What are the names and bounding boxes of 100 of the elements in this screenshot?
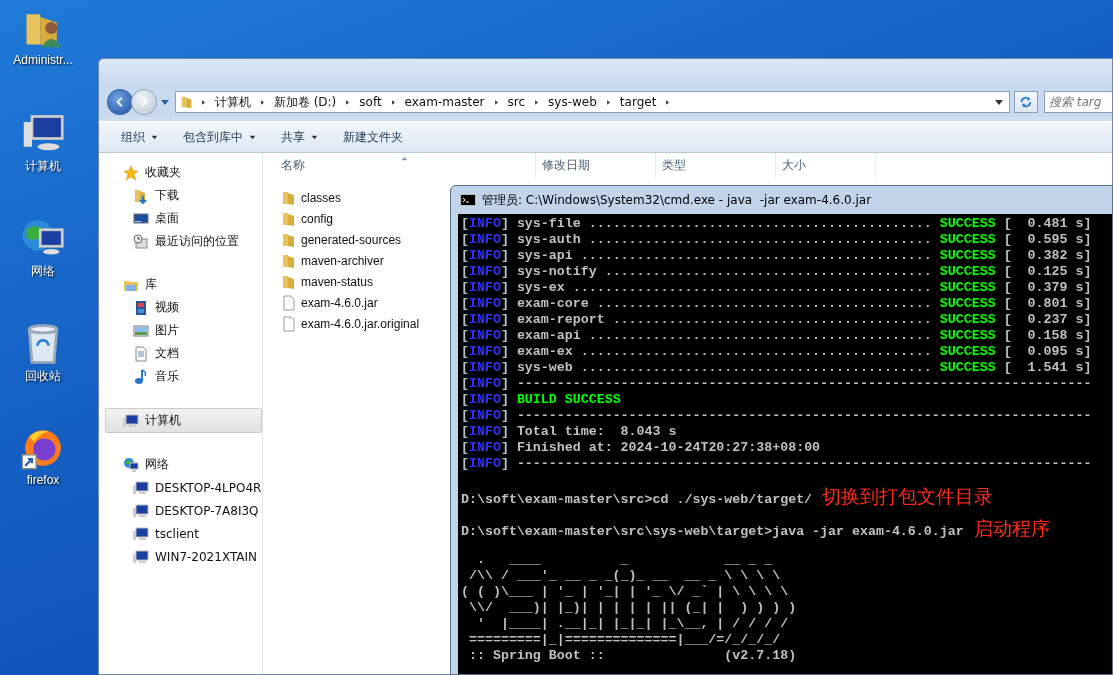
breadcrumb-item[interactable]: src bbox=[507, 95, 526, 109]
file-name[interactable]: exam-4.6.0.jar.original bbox=[301, 316, 420, 331]
sidebar-item[interactable]: 收藏夹 bbox=[99, 161, 262, 184]
sidebar-item[interactable]: 计算机 bbox=[105, 408, 262, 433]
sidebar-item[interactable]: DESKTOP-7A8I3Q bbox=[99, 499, 262, 522]
sidebar-item[interactable]: 桌面 bbox=[99, 207, 262, 230]
toolbar-button[interactable]: 共享 bbox=[271, 124, 329, 150]
separator-line: ------------------------------------------------------------------------ bbox=[516, 376, 1092, 391]
chevron-icon bbox=[344, 98, 352, 106]
build-status: SUCCESS bbox=[939, 232, 996, 247]
back-button[interactable] bbox=[107, 89, 133, 115]
chevron-icon bbox=[533, 98, 541, 106]
chevron-icon bbox=[389, 98, 397, 106]
build-status: SUCCESS bbox=[939, 264, 996, 279]
log-level-tag: [INFO] bbox=[461, 456, 509, 471]
chevron-icon bbox=[258, 98, 266, 106]
build-status: SUCCESS bbox=[939, 216, 996, 231]
desktop-icon-label[interactable]: firefox bbox=[26, 473, 60, 487]
column-header[interactable]: 修改日期 bbox=[536, 153, 656, 177]
folder-icon bbox=[281, 210, 297, 227]
build-status: SUCCESS bbox=[939, 280, 996, 295]
sidebar-item[interactable]: 视频 bbox=[99, 296, 262, 319]
file-name[interactable]: generated-sources bbox=[301, 232, 402, 247]
sidebar-item[interactable]: DESKTOP-4LPO4R bbox=[99, 476, 262, 499]
folder-icon bbox=[281, 273, 297, 290]
computer-icon bbox=[133, 479, 149, 496]
file-name[interactable]: config bbox=[301, 211, 334, 226]
sidebar-item[interactable]: 最近访问的位置 bbox=[99, 230, 262, 253]
log-message: Finished at: 2024-10-24T20:27:38+08:00 bbox=[516, 440, 821, 455]
sidebar-item[interactable]: tsclient bbox=[99, 522, 262, 545]
sidebar-item[interactable]: 库 bbox=[99, 273, 262, 296]
module-name: sys-web ............................................ bbox=[516, 360, 932, 375]
sidebar-item[interactable]: 下载 bbox=[99, 184, 262, 207]
breadcrumb-item[interactable]: 新加卷 (D:) bbox=[273, 93, 337, 111]
ascii-banner-line: \\/ ___)| |_)| | | | | || (_| | ) ) ) ) bbox=[467, 600, 797, 615]
document-icon bbox=[133, 345, 149, 362]
search-field[interactable]: 搜索 targ bbox=[1044, 91, 1112, 113]
build-status: SUCCESS bbox=[939, 296, 996, 311]
build-duration: [ 0.481 s] bbox=[1003, 216, 1092, 231]
build-status: SUCCESS bbox=[939, 328, 996, 343]
breadcrumb-item[interactable]: 计算机 bbox=[214, 93, 251, 111]
sidebar-item[interactable]: WIN7-2021XTAIN bbox=[99, 545, 262, 568]
build-duration: [ 0.158 s] bbox=[1003, 328, 1092, 343]
refresh-icon bbox=[1019, 95, 1034, 109]
module-name: sys-ex ............................................. bbox=[516, 280, 932, 295]
log-level-tag: [INFO] bbox=[461, 232, 509, 247]
sidebar-item[interactable]: 音乐 bbox=[99, 365, 262, 388]
file-name[interactable]: maven-archiver bbox=[301, 253, 384, 268]
breadcrumb-item[interactable]: exam-master bbox=[404, 95, 485, 109]
desktop-icon-label[interactable]: Administr... bbox=[13, 53, 73, 67]
sidebar-item[interactable]: 文档 bbox=[99, 342, 262, 365]
module-name: sys-file ........................................... bbox=[516, 216, 932, 231]
build-duration: [ 0.382 s] bbox=[1003, 248, 1092, 263]
chevron-icon bbox=[664, 98, 672, 106]
separator-line: ------------------------------------------------------------------------ bbox=[516, 408, 1092, 423]
breadcrumb-item[interactable]: soft bbox=[359, 95, 382, 109]
log-level-tag: [INFO] bbox=[461, 344, 509, 359]
file-name[interactable]: maven-status bbox=[301, 274, 374, 289]
refresh-button[interactable] bbox=[1014, 91, 1038, 113]
ascii-banner-line: ' |____| .__|_| |_|_| |_\__, | / / / / bbox=[475, 616, 789, 631]
column-header[interactable]: 大小 bbox=[776, 153, 876, 177]
computer-icon bbox=[133, 548, 149, 565]
build-duration: [ 0.379 s] bbox=[1003, 280, 1092, 295]
music-note-icon bbox=[133, 368, 149, 385]
log-level-tag: [INFO] bbox=[461, 280, 509, 295]
file-name[interactable]: classes bbox=[301, 190, 341, 205]
ascii-banner-line: =========|_|==============|___/=/_/_/_/ bbox=[467, 632, 781, 647]
sidebar-item[interactable]: 网络 bbox=[99, 453, 262, 476]
file-name[interactable]: exam-4.6.0.jar bbox=[301, 295, 378, 310]
log-level-tag: [INFO] bbox=[461, 216, 509, 231]
log-level-tag: [INFO] bbox=[461, 440, 509, 455]
command-line: D:\soft\exam-master\src>cd ./sys-web/target/ bbox=[461, 492, 813, 507]
address-bar[interactable]: 计算机 新加卷 (D:) soft exam-master src sys-web target bbox=[174, 91, 1011, 113]
folder-icon bbox=[179, 95, 194, 109]
module-name: sys-notify ......................................... bbox=[516, 264, 932, 279]
file-icon bbox=[281, 315, 297, 332]
build-status: SUCCESS bbox=[939, 344, 996, 359]
sort-arrow-icon bbox=[400, 154, 409, 163]
toolbar-button[interactable]: 组织 bbox=[111, 124, 169, 150]
sidebar-item[interactable]: 图片 bbox=[99, 319, 262, 342]
toolbar-button[interactable]: 包含到库中 bbox=[173, 124, 267, 150]
ascii-banner-line: :: Spring Boot :: (v2.7.18) bbox=[467, 648, 797, 663]
chevron-icon bbox=[604, 98, 612, 106]
film-icon bbox=[133, 299, 149, 316]
forward-button[interactable] bbox=[130, 89, 157, 115]
log-level-tag: [INFO] bbox=[461, 328, 509, 343]
dropdown-caret-icon[interactable] bbox=[995, 99, 1004, 105]
toolbar-button[interactable]: 新建文件夹 bbox=[333, 124, 413, 150]
separator-line: ------------------------------------------------------------------------ bbox=[516, 456, 1092, 471]
breadcrumb-item[interactable]: sys-web bbox=[548, 95, 597, 109]
module-name: sys-api ............................................ bbox=[516, 248, 932, 263]
module-name: exam-report ........................................ bbox=[516, 312, 932, 327]
column-header[interactable]: 类型 bbox=[656, 153, 776, 177]
log-level-tag: [INFO] bbox=[461, 360, 509, 375]
file-icon bbox=[281, 294, 297, 311]
desktop-icon-label[interactable]: 计算机 bbox=[25, 158, 61, 175]
desktop-icon-label[interactable]: 网络 bbox=[31, 263, 55, 280]
breadcrumb-item[interactable]: target bbox=[619, 95, 657, 109]
log-level-tag: [INFO] bbox=[461, 296, 509, 311]
desktop-icon-label[interactable]: 回收站 bbox=[25, 368, 61, 385]
